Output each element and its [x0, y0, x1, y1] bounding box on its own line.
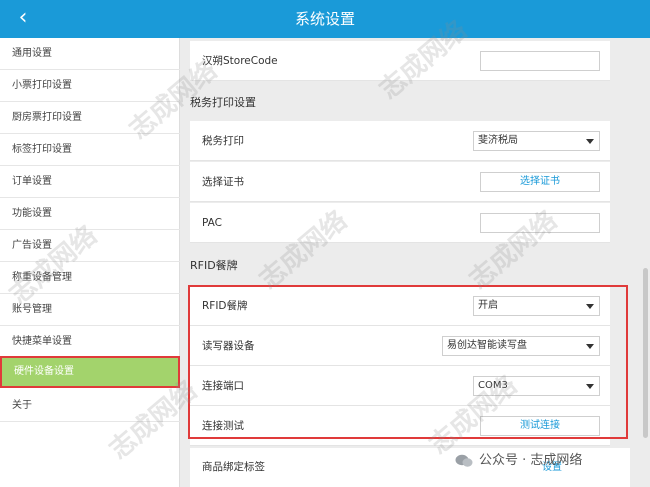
sidebar-item-general[interactable]: 通用设置 [0, 38, 180, 70]
scrollbar[interactable] [643, 268, 648, 438]
sidebar-item-shortcut-menu[interactable]: 快捷菜单设置 [0, 326, 180, 358]
rfid-highlight-box [188, 285, 628, 439]
sidebar-item-label-print[interactable]: 标签打印设置 [0, 134, 180, 166]
chevron-down-icon [586, 139, 594, 144]
cert-row: 选择证书 选择证书 [190, 162, 610, 202]
select-cert-button[interactable]: 选择证书 [480, 172, 600, 192]
sidebar-item-accounts[interactable]: 账号管理 [0, 294, 180, 326]
sidebar-item-about[interactable]: 关于 [0, 390, 180, 422]
sidebar-item-scale[interactable]: 称重设备管理 [0, 262, 180, 294]
page-title: 系统设置 [294, 10, 355, 28]
wechat-icon [455, 454, 473, 467]
pac-row: PAC [190, 203, 610, 243]
rfid-section-title: RFID餐牌 [190, 259, 238, 272]
cert-label: 选择证书 [202, 176, 244, 188]
sidebar-item-kitchen-print[interactable]: 厨房票打印设置 [0, 102, 180, 134]
wechat-text: 公众号 · 志成网络 [479, 453, 583, 468]
tax-section-title: 税务打印设置 [190, 96, 256, 109]
settings-content: 汉朔StoreCode 税务打印设置 税务打印 斐济税局 选择证书 选择证书 P… [180, 38, 650, 487]
goods-tag-label: 商品绑定标签 [202, 461, 265, 473]
sidebar-item-hardware[interactable]: 硬件设备设置 [0, 356, 180, 388]
sidebar: 通用设置 小票打印设置 厨房票打印设置 标签打印设置 订单设置 功能设置 广告设… [0, 38, 180, 487]
pac-input[interactable] [480, 213, 600, 233]
sidebar-item-receipt-print[interactable]: 小票打印设置 [0, 70, 180, 102]
pac-label: PAC [202, 217, 222, 229]
storecode-row: 汉朔StoreCode [190, 41, 610, 81]
sidebar-item-order[interactable]: 订单设置 [0, 166, 180, 198]
sidebar-item-features[interactable]: 功能设置 [0, 198, 180, 230]
tax-print-select[interactable]: 斐济税局 [473, 131, 600, 151]
tax-print-label: 税务打印 [202, 135, 244, 147]
storecode-input[interactable] [480, 51, 600, 71]
sidebar-item-ads[interactable]: 广告设置 [0, 230, 180, 262]
tax-print-row: 税务打印 斐济税局 [190, 121, 610, 161]
tax-print-value: 斐济税局 [478, 135, 518, 146]
storecode-label: 汉朔StoreCode [202, 55, 278, 67]
wechat-caption: 公众号 · 志成网络 [455, 448, 635, 474]
title-bar: ‹ 系统设置 [0, 0, 650, 38]
